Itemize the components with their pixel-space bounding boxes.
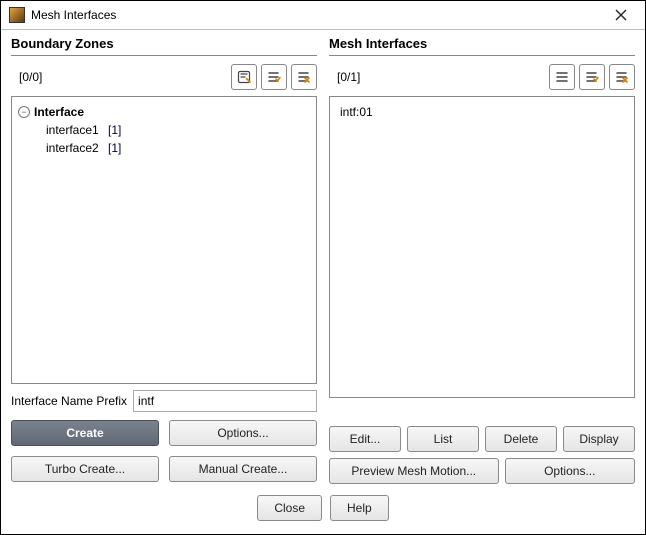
zone-count: [1]	[108, 141, 121, 155]
tree-children: interface1 [1] interface2 [1]	[18, 121, 312, 157]
window-title: Mesh Interfaces	[31, 8, 605, 22]
deselect-all-icon[interactable]	[609, 64, 635, 90]
close-button[interactable]: Close	[257, 495, 322, 521]
mesh-interfaces-count: [0/1]	[329, 70, 545, 84]
app-icon	[9, 7, 25, 23]
mesh-interfaces-title: Mesh Interfaces	[329, 34, 635, 56]
list-button[interactable]: List	[407, 426, 479, 452]
zone-count: [1]	[108, 123, 121, 137]
options-button[interactable]: Options...	[169, 420, 317, 446]
help-button[interactable]: Help	[330, 495, 389, 521]
tree-root-label: Interface	[34, 105, 84, 119]
boundary-zones-header: [0/0]	[11, 56, 317, 96]
mesh-interfaces-panel: Mesh Interfaces [0/1]	[329, 34, 635, 488]
dialog-body: Boundary Zones [0/0]	[1, 30, 645, 488]
boundary-zones-count: [0/0]	[11, 70, 227, 84]
list-item[interactable]: intf:01	[334, 103, 630, 121]
manual-create-button[interactable]: Manual Create...	[169, 456, 317, 482]
dialog-footer: Close Help	[1, 488, 645, 534]
zone-name: interface2	[46, 141, 99, 155]
display-button[interactable]: Display	[563, 426, 635, 452]
list-item[interactable]: interface1 [1]	[46, 121, 312, 139]
titlebar: Mesh Interfaces	[1, 1, 645, 30]
mesh-interfaces-list[interactable]: intf:01	[329, 96, 635, 398]
edit-button[interactable]: Edit...	[329, 426, 401, 452]
list-item[interactable]: interface2 [1]	[46, 139, 312, 157]
turbo-create-button[interactable]: Turbo Create...	[11, 456, 159, 482]
delete-button[interactable]: Delete	[485, 426, 557, 452]
filter-icon[interactable]	[231, 64, 257, 90]
interface-name: intf:01	[340, 105, 373, 119]
mesh-options-button[interactable]: Options...	[505, 458, 635, 484]
mesh-actions-row2: Preview Mesh Motion... Options...	[329, 458, 635, 484]
mesh-interfaces-dialog: Mesh Interfaces Boundary Zones [0/0]	[0, 0, 646, 535]
prefix-label: Interface Name Prefix	[11, 394, 127, 408]
zone-name: interface1	[46, 123, 99, 137]
mesh-interfaces-header: [0/1]	[329, 56, 635, 96]
list-lines-icon[interactable]	[549, 64, 575, 90]
spacer	[329, 398, 635, 426]
collapse-icon[interactable]: −	[18, 106, 30, 118]
boundary-zones-panel: Boundary Zones [0/0]	[11, 34, 317, 488]
deselect-all-icon[interactable]	[291, 64, 317, 90]
boundary-zones-title: Boundary Zones	[11, 34, 317, 56]
mesh-actions-row1: Edit... List Delete Display	[329, 426, 635, 452]
interface-name-prefix-input[interactable]	[133, 390, 317, 412]
select-all-icon[interactable]	[261, 64, 287, 90]
create-button[interactable]: Create	[11, 420, 159, 446]
prefix-row: Interface Name Prefix	[11, 384, 317, 418]
close-icon[interactable]	[605, 5, 637, 25]
select-all-icon[interactable]	[579, 64, 605, 90]
tree-node-interface[interactable]: − Interface	[18, 103, 312, 121]
preview-mesh-motion-button[interactable]: Preview Mesh Motion...	[329, 458, 499, 484]
boundary-zones-tree[interactable]: − Interface interface1 [1] interface2 [1…	[11, 96, 317, 384]
